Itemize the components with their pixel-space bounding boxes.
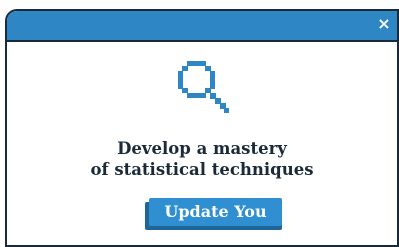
message-line-2: of statistical techniques — [90, 160, 314, 179]
close-icon[interactable]: × — [375, 15, 393, 33]
update-button[interactable]: Update You — [145, 198, 284, 230]
message-line-1: Develop a mastery — [117, 139, 287, 158]
update-button-label[interactable]: Update You — [149, 198, 282, 226]
popup-frame: × Develop a mastery of statistical techn… — [0, 0, 399, 247]
dialog-message: Develop a mastery of statistical techniq… — [7, 138, 397, 180]
dialog-window: × Develop a mastery of statistical techn… — [5, 9, 399, 247]
magnifying-glass-icon — [178, 61, 238, 121]
dialog-titlebar: × — [7, 11, 397, 42]
